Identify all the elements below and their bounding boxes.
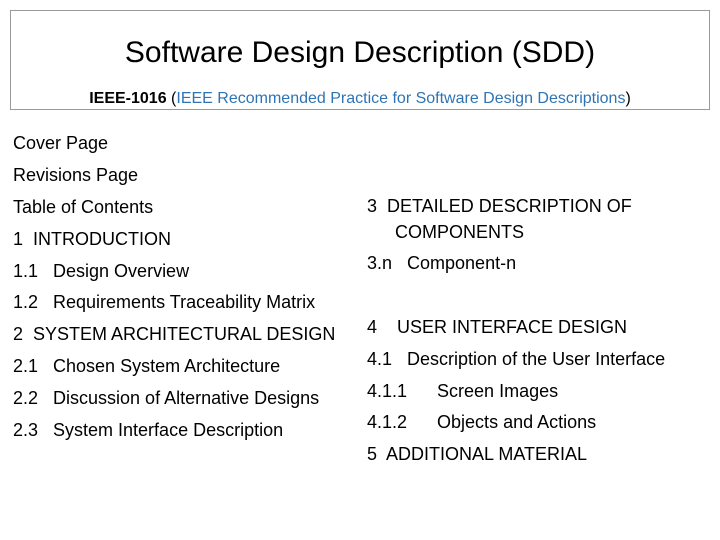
- outline-item-user-interface-design: 4 USER INTERFACE DESIGN: [367, 316, 628, 337]
- standard-full-name: IEEE Recommended Practice for Software D…: [176, 90, 626, 107]
- outline-item-component-n: 3.n Component-n: [367, 253, 517, 273]
- outline-item-traceability-matrix: 1.2 Requirements Traceability Matrix: [13, 292, 316, 313]
- outline-item-chosen-architecture: 2.1 Chosen System Architecture: [13, 356, 281, 377]
- outline-item-system-interface: 2.3 System Interface Description: [13, 420, 284, 441]
- slide-title: Software Design Description (SDD): [124, 36, 596, 69]
- outline-item-introduction: 1 INTRODUCTION: [13, 228, 172, 249]
- standard-number: IEEE-1016: [89, 90, 167, 107]
- outline-item-screen-images: 4.1.1 Screen Images: [367, 380, 559, 401]
- outline-item-spacer: [367, 280, 665, 312]
- outline-item-objects-actions: 4.1.2 Objects and Actions: [367, 412, 597, 433]
- outline-item-ui-description: 4.1 Description of the User Interface: [367, 348, 666, 369]
- paren-open: (: [166, 90, 177, 107]
- outline-item-alternative-designs: 2.2 Discussion of Alternative Designs: [13, 388, 320, 409]
- outline-right-column: 3 DETAILED DESCRIPTION OF COMPONENTS 3.n…: [367, 191, 665, 471]
- outline-item-detailed-description: 3 DETAILED DESCRIPTION OF: [367, 196, 632, 216]
- paren-close: ): [625, 90, 631, 107]
- outline-item-cover-page: Cover Page: [13, 133, 109, 153]
- outline-item-design-overview: 1.1 Design Overview: [13, 260, 190, 281]
- outline-item-table-of-contents: Table of Contents: [13, 196, 154, 217]
- outline-item-revisions-page: Revisions Page: [13, 164, 139, 185]
- title-box: Software Design Description (SDD) IEEE-1…: [10, 10, 710, 110]
- slide-subtitle: IEEE-1016 (IEEE Recommended Practice for…: [11, 89, 709, 109]
- outline-left-column: Cover Page Revisions Page Table of Conte…: [13, 128, 335, 447]
- outline-item-additional-material: 5 ADDITIONAL MATERIAL: [367, 444, 588, 465]
- outline-item-system-architectural-design: 2 SYSTEM ARCHITECTURAL DESIGN: [13, 324, 336, 345]
- outline-item-detailed-description-cont: COMPONENTS: [395, 222, 525, 242]
